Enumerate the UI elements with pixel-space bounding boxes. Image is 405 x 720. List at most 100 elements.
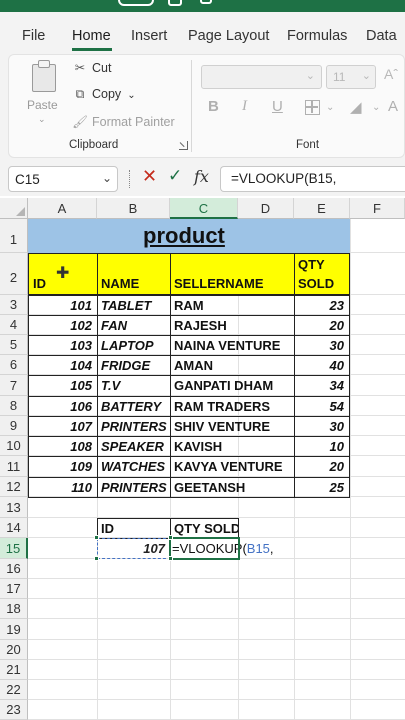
row-header-5[interactable]: 5 — [0, 335, 28, 355]
row-header-18[interactable]: 18 — [0, 599, 28, 619]
table-cell-id[interactable]: 107 — [28, 416, 98, 437]
table-cell-id[interactable]: 106 — [28, 396, 98, 417]
row-header-4[interactable]: 4 — [0, 315, 28, 335]
column-header-f[interactable]: F — [350, 198, 405, 219]
bold-button[interactable]: B — [208, 98, 219, 115]
table-cell-id[interactable]: 101 — [28, 295, 98, 316]
table-cell-seller[interactable]: GANPATI DHAM — [170, 375, 295, 397]
table-cell-name[interactable]: FAN — [97, 315, 171, 336]
chevron-down-icon[interactable]: ⌄ — [102, 171, 112, 185]
tab-home[interactable]: Home — [72, 28, 111, 44]
referenced-cell-b15[interactable]: 107 — [97, 538, 171, 559]
cut-button[interactable]: ✂ Cut — [72, 60, 112, 75]
table-cell-name[interactable]: FRIDGE — [97, 355, 171, 376]
table-cell-seller[interactable]: RAM TRADERS — [170, 396, 295, 417]
table-cell-seller[interactable]: KAVYA VENTURE — [170, 456, 295, 478]
row-header-1[interactable]: 1 — [0, 219, 28, 253]
active-cell-c15[interactable] — [169, 537, 240, 560]
borders-icon[interactable] — [305, 100, 320, 115]
tab-file[interactable]: File — [22, 28, 45, 44]
table-cell-qty[interactable]: 34 — [294, 375, 350, 397]
header-name-cell[interactable]: NAME — [97, 253, 171, 295]
table-cell-qty[interactable]: 20 — [294, 456, 350, 478]
font-color-icon[interactable]: A — [388, 98, 398, 115]
table-cell-seller[interactable]: AMAN — [170, 355, 295, 376]
dialog-launcher-icon[interactable] — [179, 141, 188, 150]
name-box[interactable]: C15 ⌄ — [8, 166, 118, 192]
column-header-e[interactable]: E — [294, 198, 350, 219]
enter-check-icon[interactable]: ✓ — [168, 166, 182, 186]
autosave-toggle-icon[interactable] — [118, 0, 154, 6]
row-header-8[interactable]: 8 — [0, 396, 28, 416]
table-cell-id[interactable]: 103 — [28, 335, 98, 356]
cancel-icon[interactable]: ✕ — [142, 166, 157, 187]
row-header-2[interactable]: 2 — [0, 253, 28, 295]
column-header-b[interactable]: B — [97, 198, 170, 219]
table-cell-name[interactable]: WATCHES — [97, 456, 171, 478]
column-header-a[interactable]: A — [28, 198, 97, 219]
row-header-22[interactable]: 22 — [0, 680, 28, 700]
fill-color-icon[interactable]: ◢ — [350, 98, 362, 116]
copy-button[interactable]: ⧉ Copy ⌄ — [72, 87, 136, 102]
increase-font-size-icon[interactable]: Aˆ — [384, 66, 398, 82]
undo-icon[interactable] — [200, 0, 212, 4]
table-cell-name[interactable]: TABLET — [97, 295, 171, 316]
ref-handle-icon[interactable] — [94, 556, 99, 561]
table-cell-qty[interactable]: 20 — [294, 315, 350, 336]
paste-chevron-down-icon[interactable]: ⌄ — [38, 114, 46, 125]
table-cell-seller[interactable]: SHIV VENTURE — [170, 416, 295, 437]
table-cell-name[interactable]: T.V — [97, 375, 171, 397]
row-header-14[interactable]: 14 — [0, 518, 28, 538]
table-cell-id[interactable]: 108 — [28, 436, 98, 457]
row-header-16[interactable]: 16 — [0, 559, 28, 579]
table-cell-name[interactable]: LAPTOP — [97, 335, 171, 356]
tab-data[interactable]: Data — [366, 28, 397, 44]
worksheet-grid[interactable]: A B C D E F 1 2 3 4 5 6 7 8 9 10 11 12 13 14 15 16 17 18 1… — [0, 198, 405, 720]
header-seller-cell[interactable]: SELLERNAME — [170, 253, 295, 295]
fill-chevron-down-icon[interactable]: ⌄ — [372, 102, 380, 113]
row-header-12[interactable]: 12 — [0, 477, 28, 497]
paste-button[interactable]: Paste — [27, 98, 58, 112]
tab-formulas[interactable]: Formulas — [287, 28, 347, 44]
column-header-c[interactable]: C — [170, 198, 238, 219]
table-cell-seller[interactable]: NAINA VENTURE — [170, 335, 295, 356]
table-cell-seller[interactable]: RAJESH — [170, 315, 295, 336]
table-cell-qty[interactable]: 23 — [294, 295, 350, 316]
table-cell-qty[interactable]: 10 — [294, 436, 350, 457]
font-size-dropdown[interactable]: 11 ⌄ — [326, 65, 376, 89]
table-cell-name[interactable]: SPEAKER — [97, 436, 171, 457]
copy-chevron-down-icon[interactable]: ⌄ — [127, 90, 135, 101]
row-header-3[interactable]: 3 — [0, 295, 28, 315]
italic-button[interactable]: I — [242, 98, 247, 115]
row-header-9[interactable]: 9 — [0, 416, 28, 436]
table-cell-qty[interactable]: 25 — [294, 477, 350, 498]
row-header-13[interactable]: 13 — [0, 497, 28, 518]
table-cell-id[interactable]: 109 — [28, 456, 98, 478]
table-cell-seller[interactable]: RAM — [170, 295, 295, 316]
header-qty-cell[interactable]: QTY SOLD — [294, 253, 350, 295]
formula-input[interactable]: =VLOOKUP(B15, — [220, 166, 405, 192]
borders-chevron-down-icon[interactable]: ⌄ — [326, 102, 334, 113]
ref-handle-icon[interactable] — [94, 535, 99, 540]
column-header-d[interactable]: D — [238, 198, 294, 219]
row-header-20[interactable]: 20 — [0, 640, 28, 660]
ref-handle-icon[interactable] — [168, 556, 173, 561]
row-header-10[interactable]: 10 — [0, 436, 28, 456]
tab-page-layout[interactable]: Page Layout — [188, 28, 269, 44]
table-cell-id[interactable]: 102 — [28, 315, 98, 336]
row-header-6[interactable]: 6 — [0, 355, 28, 375]
row-header-23[interactable]: 23 — [0, 700, 28, 720]
table-cell-name[interactable]: PRINTERS — [97, 416, 171, 437]
row-header-21[interactable]: 21 — [0, 660, 28, 680]
table-cell-id[interactable]: 110 — [28, 477, 98, 498]
table-cell-seller[interactable]: KAVISH — [170, 436, 295, 457]
lookup-qty-header-cell[interactable]: QTY SOLD — [170, 518, 239, 539]
paste-icon[interactable] — [30, 60, 60, 94]
row-header-7[interactable]: 7 — [0, 375, 28, 396]
table-cell-name[interactable]: PRINTERS — [97, 477, 171, 498]
row-header-15[interactable]: 15 — [0, 538, 28, 559]
table-cell-qty[interactable]: 40 — [294, 355, 350, 376]
underline-button[interactable]: U — [272, 98, 283, 115]
row-header-11[interactable]: 11 — [0, 456, 28, 477]
table-cell-qty[interactable]: 54 — [294, 396, 350, 417]
